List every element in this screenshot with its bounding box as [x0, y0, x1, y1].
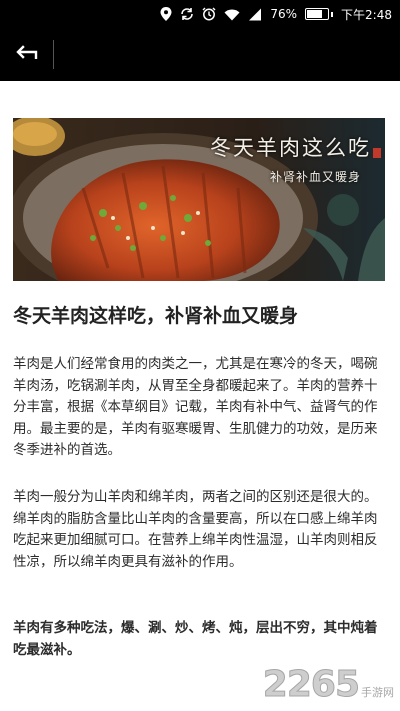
back-button[interactable]: [10, 38, 44, 72]
back-arrow-icon: [16, 45, 38, 65]
battery-icon: [305, 8, 334, 20]
article-banner-image: 冬天羊肉这么吃 补肾补血又暖身: [13, 118, 385, 281]
alarm-icon: [202, 7, 216, 21]
wifi-icon: [224, 8, 240, 21]
banner-title: 冬天羊肉这么吃: [210, 136, 371, 160]
battery-percent: 76%: [270, 7, 298, 21]
watermark-number: 2265: [262, 664, 360, 706]
article-paragraph: 羊肉一般分为山羊肉和绵羊肉，两者之间的区别还是很大的。绵羊肉的脂肪含量比山羊肉的…: [13, 489, 378, 570]
battery-level: [307, 10, 323, 18]
watermark-logo: 2265 手游网: [262, 664, 394, 706]
watermark-site: 手游网: [361, 686, 394, 699]
article-title: 冬天羊肉这样吃，补肾补血又暖身: [13, 305, 299, 327]
toolbar: [0, 28, 400, 81]
status-icons: 76% 下午2:48: [160, 4, 392, 24]
sync-icon: [180, 7, 194, 21]
article-paragraph: 羊肉有多种吃法，爆、涮、炒、烤、炖，层出不穷，其中炖着吃最滋补。: [13, 620, 378, 658]
article-paragraph: 羊肉是人们经常食用的肉类之一，尤其是在寒冷的冬天，喝碗羊肉汤，吃锅涮羊肉，从胃至…: [13, 356, 378, 458]
clock: 下午2:48: [341, 7, 392, 22]
location-icon: [160, 7, 172, 21]
status-bar: 76% 下午2:48: [0, 0, 400, 28]
toolbar-divider: [53, 40, 54, 69]
banner-subtitle: 补肾补血又暖身: [269, 170, 361, 184]
signal-icon: [248, 8, 262, 21]
